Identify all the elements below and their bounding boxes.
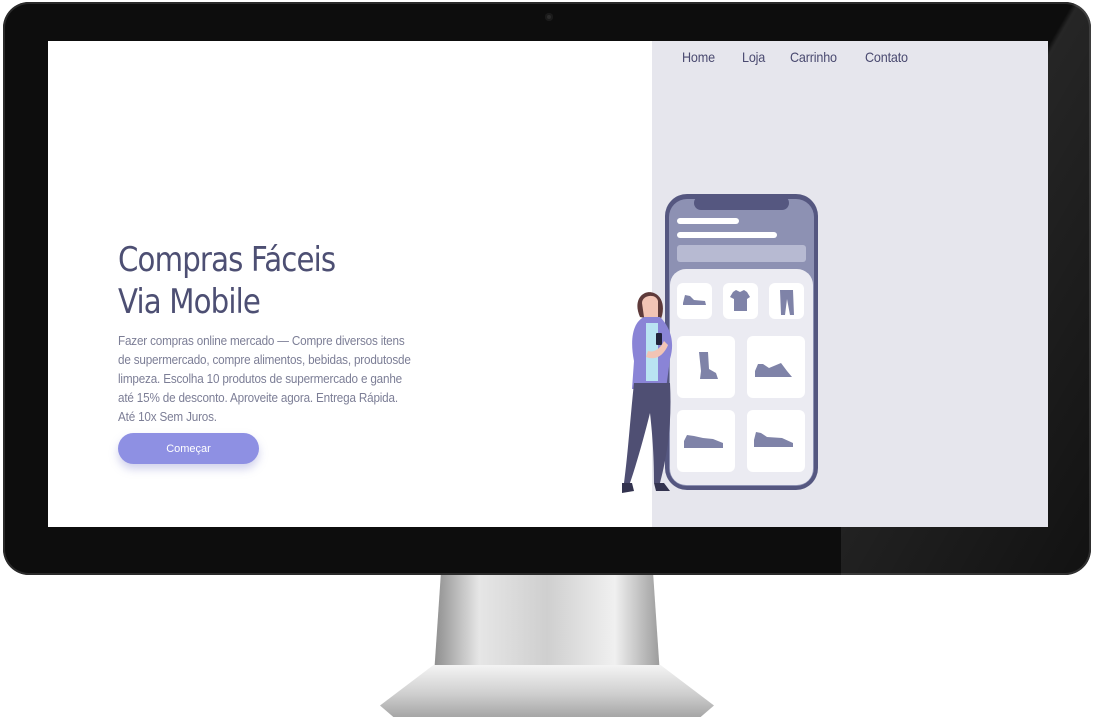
nav-link-home[interactable]: Home	[682, 49, 715, 65]
webcam-icon	[545, 13, 553, 21]
hero-title-line1: Compras Fáceis	[118, 240, 336, 280]
shopping-illustration	[622, 194, 818, 493]
woman-holding-phone-illustration	[622, 292, 673, 493]
nav-link-loja[interactable]: Loja	[742, 49, 765, 65]
hero-title: Compras Fáceis Via Mobile	[118, 239, 376, 323]
main-nav: Home Loja Carrinho Contato	[682, 49, 913, 65]
monitor-stand-base	[380, 665, 714, 717]
hero-description: Fazer compras online mercado — Compre di…	[118, 333, 411, 424]
website-screen: Home Loja Carrinho Contato Compras Fácei…	[48, 41, 1048, 527]
start-button[interactable]: Começar	[118, 433, 259, 464]
monitor-stand-neck	[434, 575, 660, 675]
hero-title-line2: Via Mobile	[118, 282, 261, 322]
nav-link-carrinho[interactable]: Carrinho	[790, 49, 837, 65]
nav-link-contato[interactable]: Contato	[865, 49, 908, 65]
